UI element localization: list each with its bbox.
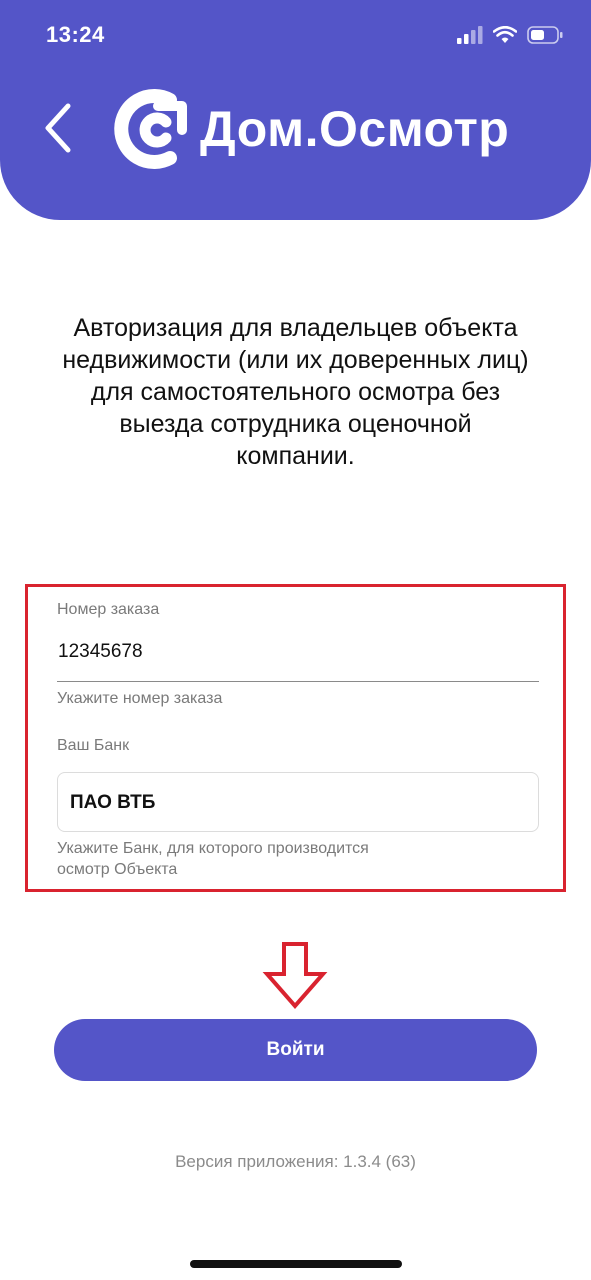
header: 13:24 Дом.Осмотр: [0, 0, 591, 220]
back-button[interactable]: [36, 98, 84, 158]
bank-hint: Укажите Банк, для которого производится …: [57, 838, 369, 880]
login-button[interactable]: Войти: [54, 1019, 537, 1081]
chevron-left-icon: [45, 103, 71, 153]
logo-text: Дом.Осмотр: [200, 101, 510, 157]
order-number-input[interactable]: 12345678: [58, 641, 143, 663]
order-number-hint: Укажите номер заказа: [57, 690, 223, 707]
wifi-icon: [493, 26, 517, 43]
battery-icon: [527, 26, 563, 44]
order-number-label: Номер заказа: [57, 601, 160, 618]
bank-select[interactable]: ПАО ВТБ: [57, 772, 539, 832]
app-version: Версия приложения: 1.3.4 (63): [175, 1152, 416, 1171]
status-icons: [457, 26, 563, 44]
signal-icon: [457, 26, 483, 44]
order-number-underline: [57, 681, 539, 682]
arrow-down-icon: [262, 942, 328, 1010]
app-logo: Дом.Осмотр: [112, 84, 509, 174]
intro-text: Авторизация для владельцев объекта недви…: [62, 314, 529, 470]
bank-hint-line-1: Укажите Банк, для которого производится: [57, 840, 369, 857]
bank-select-value: ПАО ВТБ: [70, 792, 156, 813]
login-form: Номер заказа 12345678 Укажите номер зака…: [25, 584, 566, 892]
bank-label: Ваш Банк: [57, 737, 130, 754]
bank-hint-line-2: осмотр Объекта: [57, 861, 178, 878]
home-indicator[interactable]: [190, 1260, 402, 1268]
logo-icon: [114, 89, 187, 169]
status-time: 13:24: [46, 22, 105, 47]
